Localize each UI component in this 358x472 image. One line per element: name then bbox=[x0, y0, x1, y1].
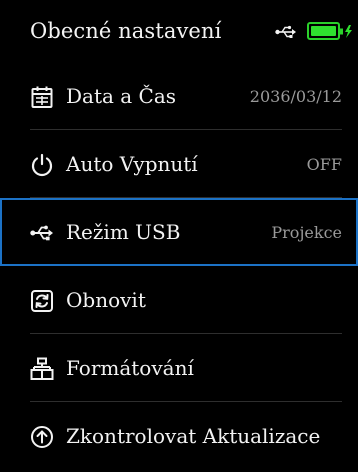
menu-item-auto-off[interactable]: Auto Vypnutí OFF bbox=[0, 130, 358, 198]
usb-icon bbox=[30, 221, 54, 245]
battery-level-fill bbox=[311, 26, 336, 36]
charging-bolt-icon bbox=[340, 25, 354, 38]
menu-item-label: Auto Vypnutí bbox=[66, 152, 198, 176]
calendar-icon bbox=[30, 85, 54, 109]
menu-item-check-update[interactable]: Zkontrolovat Aktualizace bbox=[0, 402, 358, 470]
power-icon bbox=[30, 153, 54, 177]
header: Obecné nastavení bbox=[0, 0, 358, 62]
menu-item-value: OFF bbox=[306, 155, 342, 174]
menu-item-value: 2036/03/12 bbox=[249, 87, 342, 106]
usb-icon bbox=[275, 25, 297, 39]
menu-item-label: Zkontrolovat Aktualizace bbox=[66, 424, 321, 448]
battery-charging-icon bbox=[307, 22, 340, 40]
format-icon bbox=[30, 357, 54, 381]
refresh-icon bbox=[30, 289, 54, 313]
menu-item-label: Formátování bbox=[66, 356, 194, 380]
menu-item-label: Data a Čas bbox=[66, 84, 177, 108]
page-title: Obecné nastavení bbox=[30, 19, 222, 43]
menu-item-label: Režim USB bbox=[66, 220, 181, 244]
menu-item-reset[interactable]: Obnovit bbox=[0, 266, 358, 334]
menu-item-usb-mode[interactable]: Režim USB Projekce bbox=[0, 198, 358, 266]
menu-item-format[interactable]: Formátování bbox=[0, 334, 358, 402]
menu-item-value: Projekce bbox=[271, 223, 342, 242]
menu-item-label: Obnovit bbox=[66, 288, 146, 312]
update-icon bbox=[30, 425, 54, 449]
menu-item-date-time[interactable]: Data a Čas 2036/03/12 bbox=[0, 62, 358, 130]
